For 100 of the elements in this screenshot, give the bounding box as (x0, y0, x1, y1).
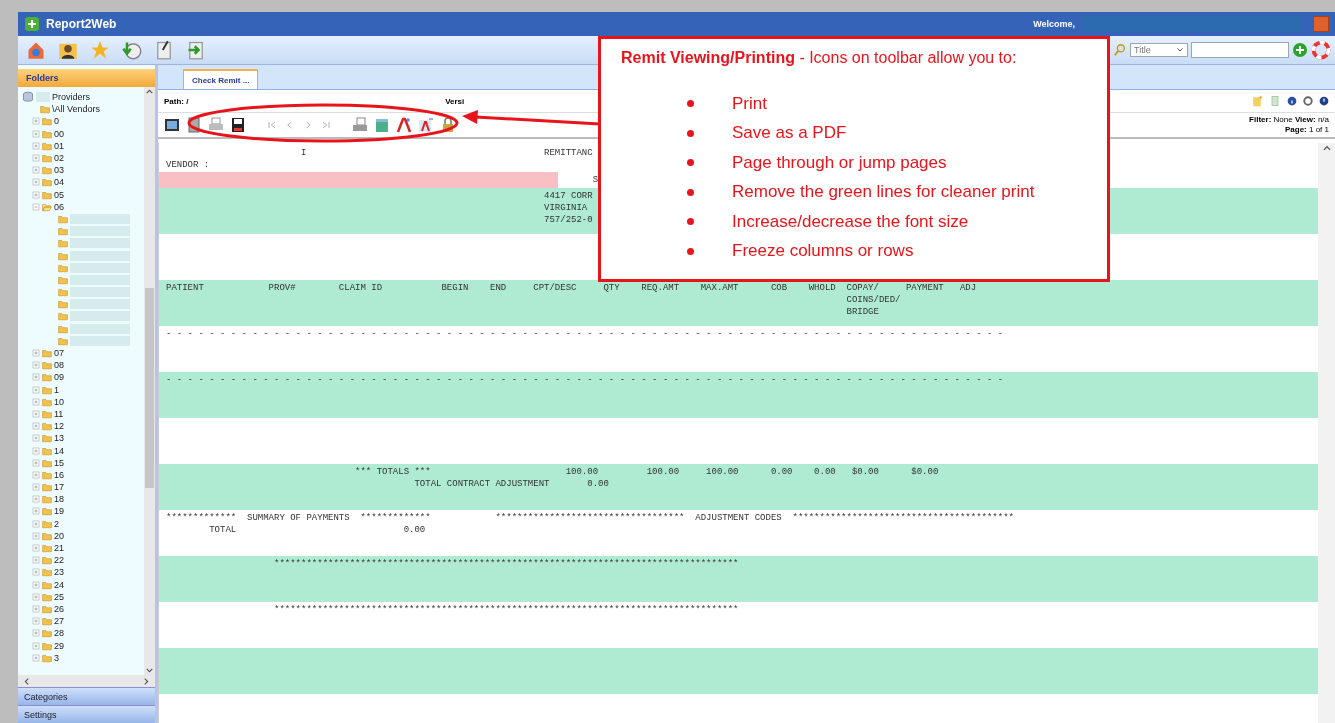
chevron-left-icon[interactable] (22, 676, 31, 686)
expand-icon[interactable] (32, 409, 40, 418)
chevron-down-icon[interactable] (145, 666, 154, 675)
expand-icon[interactable] (32, 653, 40, 662)
expand-icon[interactable] (32, 422, 40, 431)
expand-icon[interactable] (32, 373, 40, 382)
tree-item[interactable]: 00 (54, 128, 64, 139)
add-icon[interactable] (1292, 42, 1308, 58)
printer-icon[interactable] (352, 117, 368, 133)
notepad-icon[interactable] (154, 40, 174, 60)
tree-item[interactable]: 20 (54, 530, 64, 541)
font-decrease-icon[interactable] (418, 117, 434, 133)
font-increase-icon[interactable] (396, 117, 412, 133)
expand-icon[interactable] (32, 641, 40, 650)
expand-icon[interactable] (32, 154, 40, 163)
tree-item[interactable]: 15 (54, 457, 64, 468)
page-icon[interactable] (1269, 95, 1281, 107)
tree-item[interactable]: 11 (54, 408, 64, 419)
tree-item[interactable]: 13 (54, 433, 64, 444)
power-icon[interactable] (1319, 96, 1329, 106)
lock-icon[interactable] (440, 117, 456, 133)
expand-icon[interactable] (32, 385, 40, 394)
expand-icon[interactable] (32, 592, 40, 601)
tree-item[interactable]: 22 (54, 555, 64, 566)
print-icon[interactable] (208, 117, 224, 133)
tree-item[interactable]: 02 (54, 153, 64, 164)
new-note-icon[interactable] (1251, 95, 1263, 107)
image-icon[interactable] (164, 117, 180, 133)
search-icon[interactable] (1113, 43, 1127, 57)
horizontal-scrollbar[interactable] (18, 675, 155, 687)
expand-icon[interactable] (32, 483, 40, 492)
export-icon[interactable] (186, 40, 206, 60)
tree-item[interactable]: 16 (54, 469, 64, 480)
tree-item[interactable]: 1 (54, 384, 59, 395)
tree-item[interactable]: 27 (54, 616, 64, 627)
expand-icon[interactable] (32, 556, 40, 565)
tree-item[interactable]: 08 (54, 360, 64, 371)
tree-item[interactable]: 3 (54, 652, 59, 663)
expand-icon[interactable] (32, 117, 40, 126)
home-icon[interactable] (26, 40, 46, 60)
tree-item[interactable]: 17 (54, 482, 64, 493)
chevron-up-icon[interactable] (145, 87, 154, 96)
tree-item[interactable]: Providers (52, 92, 90, 103)
scrollbar[interactable] (1318, 143, 1335, 723)
expand-icon[interactable] (32, 129, 40, 138)
tree-item[interactable]: 01 (54, 140, 64, 151)
save-icon[interactable] (230, 117, 246, 133)
tree-item[interactable]: 05 (54, 189, 64, 200)
expand-icon[interactable] (32, 544, 40, 553)
expand-icon[interactable] (32, 458, 40, 467)
tree-item[interactable]: 0 (54, 116, 59, 127)
tree-item[interactable]: 24 (54, 579, 64, 590)
search-field[interactable] (1191, 42, 1289, 58)
close-button[interactable] (1313, 16, 1329, 32)
expand-icon[interactable] (32, 446, 40, 455)
tree-item[interactable]: 19 (54, 506, 64, 517)
expand-icon[interactable] (32, 141, 40, 150)
tree-item[interactable]: 07 (54, 348, 64, 359)
tree-item[interactable]: 23 (54, 567, 64, 578)
star-icon[interactable] (90, 40, 110, 60)
tree-item[interactable]: 12 (54, 421, 64, 432)
document-icon[interactable] (186, 117, 202, 133)
expand-icon[interactable] (32, 166, 40, 175)
settings-icon[interactable] (1303, 96, 1313, 106)
folders-header[interactable]: Folders (18, 69, 155, 87)
chevron-right-icon[interactable] (142, 676, 151, 686)
chevron-up-icon[interactable] (1321, 143, 1332, 153)
expand-icon[interactable] (32, 349, 40, 358)
tree-item[interactable]: 04 (54, 177, 64, 188)
expand-icon[interactable] (32, 629, 40, 638)
spreadsheet-icon[interactable] (374, 117, 390, 133)
tree-item[interactable]: 09 (54, 372, 64, 383)
tree-item[interactable]: 25 (54, 591, 64, 602)
collapse-icon[interactable] (32, 202, 40, 211)
expand-icon[interactable] (32, 178, 40, 187)
tree-item[interactable]: 10 (54, 396, 64, 407)
tree-item[interactable]: 03 (54, 165, 64, 176)
panel-header[interactable]: Settings (18, 705, 155, 723)
expand-icon[interactable] (32, 531, 40, 540)
expand-icon[interactable] (32, 190, 40, 199)
tree-item[interactable]: 29 (54, 640, 64, 651)
expand-icon[interactable] (32, 495, 40, 504)
tree-item[interactable]: 18 (54, 494, 64, 505)
expand-icon[interactable] (32, 507, 40, 516)
tree-item[interactable]: 21 (54, 543, 64, 554)
tree-item[interactable]: \All Vendors (52, 104, 101, 115)
first-page-icon[interactable] (266, 119, 278, 131)
help-icon[interactable] (1311, 40, 1331, 60)
tab[interactable]: Check Remit ... (183, 69, 259, 89)
panel-header[interactable]: Categories (18, 687, 155, 705)
expand-icon[interactable] (32, 470, 40, 479)
tree-item[interactable]: 14 (54, 445, 64, 456)
expand-icon[interactable] (32, 580, 40, 589)
expand-icon[interactable] (32, 434, 40, 443)
tree-item[interactable]: 2 (54, 518, 59, 529)
expand-icon[interactable] (32, 568, 40, 577)
scrollbar[interactable] (144, 87, 155, 675)
expand-icon[interactable] (32, 361, 40, 370)
expand-icon[interactable] (32, 604, 40, 613)
expand-icon[interactable] (32, 519, 40, 528)
